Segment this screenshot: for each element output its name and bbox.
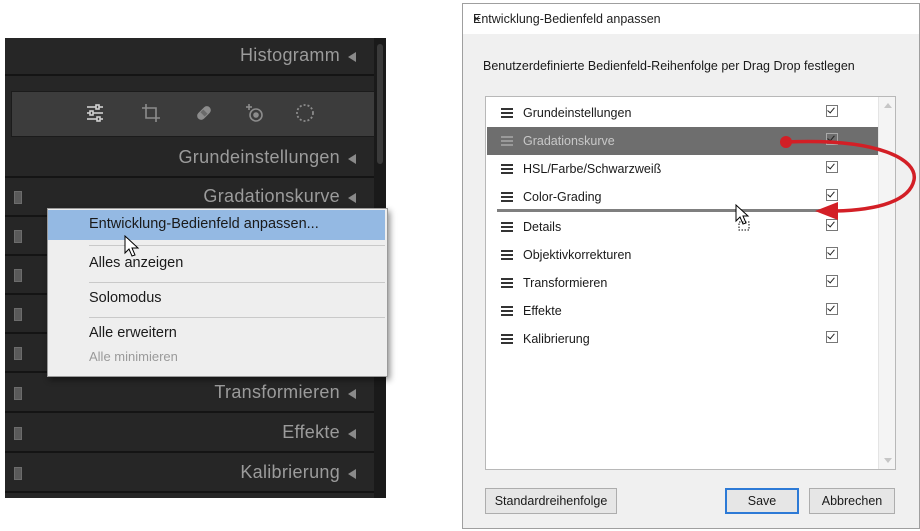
panel-header-label: Gradationskurve <box>203 186 340 206</box>
panel-order-list[interactable]: Grundeinstellungen Gradationskurve HSL/F… <box>485 96 896 470</box>
tool-strip <box>11 91 375 137</box>
collapse-triangle-icon[interactable] <box>348 52 356 62</box>
panel-header-label: Histogramm <box>239 45 340 65</box>
panel-header-kalibrierung[interactable]: Kalibrierung <box>5 455 374 493</box>
menu-separator <box>89 317 385 318</box>
panel-header-label: Transformieren <box>214 382 340 402</box>
checkbox[interactable] <box>826 161 838 173</box>
scroll-up-icon[interactable] <box>884 103 892 108</box>
list-item-label: Details <box>523 220 562 234</box>
panel-switch-icon[interactable] <box>14 191 22 204</box>
drag-handle-icon[interactable] <box>501 306 513 316</box>
list-item-selected[interactable]: Gradationskurve <box>487 127 878 155</box>
menu-separator <box>89 282 385 283</box>
mask-icon[interactable] <box>294 102 316 124</box>
list-item-label: Color-Grading <box>523 190 602 204</box>
menu-item-label: Alle minimieren <box>89 349 178 364</box>
collapse-triangle-icon[interactable] <box>348 469 356 479</box>
panel-header-label: Kalibrierung <box>240 462 340 482</box>
list-item[interactable]: HSL/Farbe/Schwarzweiß <box>487 155 878 183</box>
list-item-label: Grundeinstellungen <box>523 106 632 120</box>
dialog-instruction: Benutzerdefinierte Bedienfeld-Reihenfolg… <box>483 59 855 73</box>
sliders-icon[interactable] <box>84 102 106 124</box>
panel-header-effekte[interactable]: Effekte <box>5 415 374 453</box>
menu-item-label: Solomodus <box>89 290 162 306</box>
drag-handle-icon[interactable] <box>501 250 513 260</box>
crop-icon[interactable] <box>140 102 162 124</box>
drag-handle-icon[interactable] <box>501 222 513 232</box>
drop-insertion-line <box>497 209 827 212</box>
list-item-label: HSL/Farbe/Schwarzweiß <box>523 162 662 176</box>
collapse-triangle-icon[interactable] <box>348 389 356 399</box>
drag-handle-icon[interactable] <box>501 192 513 202</box>
checkbox[interactable] <box>826 275 838 287</box>
panel-header-transformieren[interactable]: Transformieren <box>5 375 374 413</box>
list-item[interactable]: Color-Grading <box>487 183 878 211</box>
panel-switch-icon[interactable] <box>14 230 22 243</box>
checkbox[interactable] <box>826 189 838 201</box>
panel-switch-icon[interactable] <box>14 387 22 400</box>
redeye-icon[interactable] <box>244 102 266 124</box>
menu-item-show-all[interactable]: Alles anzeigen <box>48 249 385 279</box>
panel-switch-icon[interactable] <box>14 427 22 440</box>
list-item-label: Objektivkorrekturen <box>523 248 632 262</box>
checkbox[interactable] <box>826 219 838 231</box>
panel-switch-icon[interactable] <box>14 269 22 282</box>
drag-handle-icon[interactable] <box>501 108 513 118</box>
scroll-down-icon[interactable] <box>884 458 892 463</box>
checkbox[interactable] <box>826 331 838 343</box>
save-button[interactable]: Save <box>725 488 799 514</box>
list-item[interactable]: Transformieren <box>487 269 878 297</box>
list-item[interactable]: Effekte <box>487 297 878 325</box>
panel-switch-icon[interactable] <box>14 467 22 480</box>
checkbox[interactable] <box>826 303 838 315</box>
checkbox[interactable] <box>826 247 838 259</box>
list-item-label: Kalibrierung <box>523 332 590 346</box>
collapse-triangle-icon[interactable] <box>348 193 356 203</box>
healing-icon[interactable] <box>193 102 215 124</box>
checkbox[interactable] <box>826 133 838 145</box>
context-menu: Entwicklung-Bedienfeld anpassen... Alles… <box>47 208 388 377</box>
list-item-label: Gradationskurve <box>523 134 615 148</box>
customize-panel-dialog: Entwicklung-Bedienfeld anpassen × Benutz… <box>462 3 920 529</box>
drag-handle-icon[interactable] <box>501 136 513 146</box>
list-item[interactable]: Objektivkorrekturen <box>487 241 878 269</box>
list-item-label: Transformieren <box>523 276 608 290</box>
menu-item-solo-mode[interactable]: Solomodus <box>48 284 385 314</box>
drag-handle-icon[interactable] <box>501 164 513 174</box>
list-item[interactable]: Details <box>487 213 878 241</box>
close-icon[interactable]: × <box>473 12 907 26</box>
checkbox[interactable] <box>826 105 838 117</box>
default-order-button[interactable]: Standardreihenfolge <box>485 488 617 514</box>
list-item-label: Effekte <box>523 304 562 318</box>
menu-item-label: Entwicklung-Bedienfeld anpassen... <box>89 216 319 232</box>
panel-header-histogramm[interactable]: Histogramm <box>5 38 374 76</box>
list-item[interactable]: Grundeinstellungen <box>487 99 878 127</box>
menu-item-customize-panel[interactable]: Entwicklung-Bedienfeld anpassen... <box>48 210 385 240</box>
panel-switch-icon[interactable] <box>14 347 22 360</box>
panel-header-grundeinstellungen[interactable]: Grundeinstellungen <box>5 140 374 178</box>
panel-switch-icon[interactable] <box>14 308 22 321</box>
list-scrollbar[interactable] <box>878 97 895 469</box>
list-item[interactable]: Kalibrierung <box>487 325 878 353</box>
mouse-pointer-icon <box>124 235 140 257</box>
cancel-button[interactable]: Abbrechen <box>809 488 895 514</box>
drag-handle-icon[interactable] <box>501 334 513 344</box>
panel-header-label: Grundeinstellungen <box>178 147 340 167</box>
dialog-titlebar: Entwicklung-Bedienfeld anpassen × <box>463 4 919 34</box>
drag-handle-icon[interactable] <box>501 278 513 288</box>
menu-item-label: Alle erweitern <box>89 325 177 341</box>
panel-header-label: Effekte <box>282 422 340 442</box>
scrollbar-thumb[interactable] <box>377 44 383 164</box>
collapse-triangle-icon[interactable] <box>348 429 356 439</box>
collapse-triangle-icon[interactable] <box>348 154 356 164</box>
menu-item-collapse-all: Alle minimieren <box>48 343 385 373</box>
